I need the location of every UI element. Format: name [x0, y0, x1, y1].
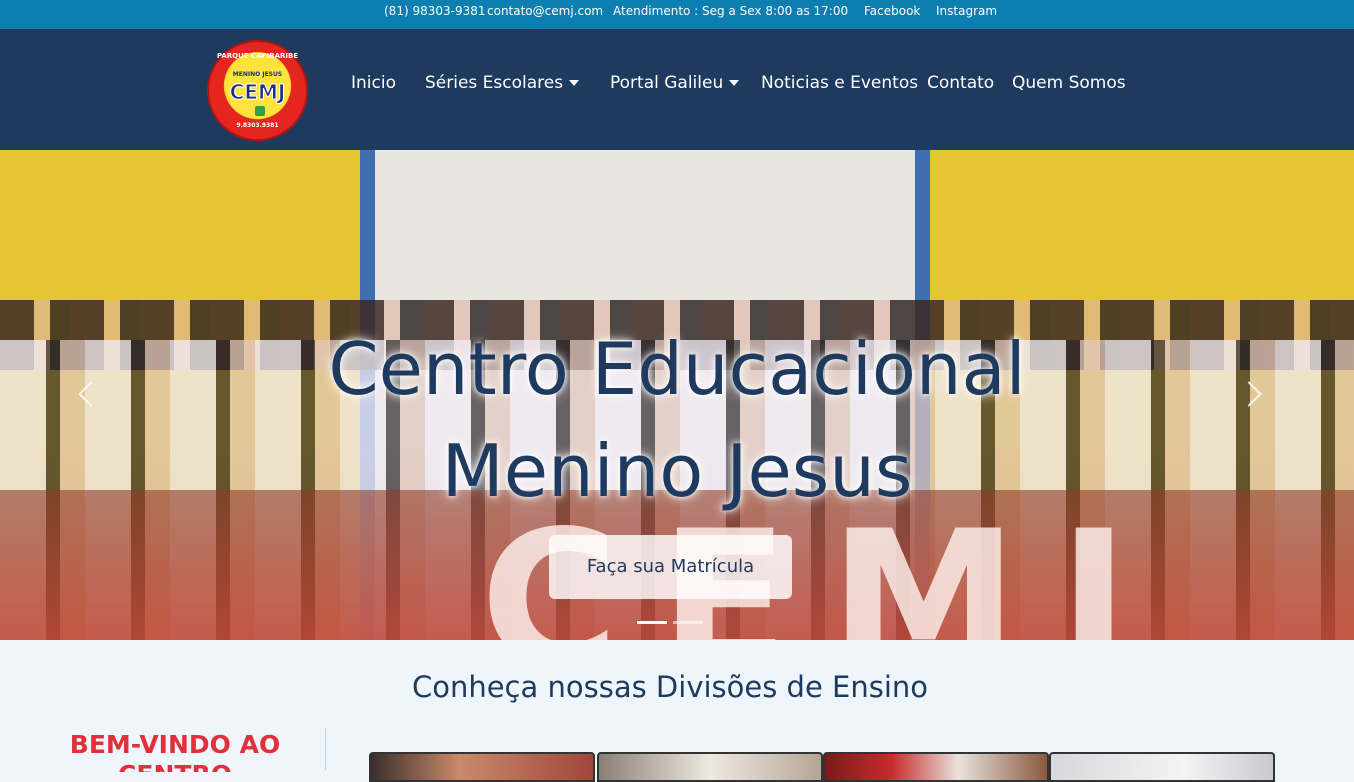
vertical-divider	[325, 728, 326, 770]
enroll-button[interactable]: Faça sua Matrícula	[549, 535, 792, 599]
nav-series-escolares[interactable]: Séries Escolares	[425, 73, 580, 93]
top-info-bar: (81) 98303-9381 contato@cemj.com Atendim…	[0, 0, 1354, 29]
division-card-1[interactable]	[369, 752, 595, 782]
nav-inicio-label: Inicio	[351, 73, 396, 93]
carousel-indicator-1[interactable]	[637, 621, 667, 624]
instagram-link[interactable]: Instagram	[936, 4, 997, 18]
nav-series-label: Séries Escolares	[425, 73, 564, 93]
hero-carousel: CEMJ Centro Educacional Menino Jesus Faç…	[0, 150, 1354, 640]
email-link[interactable]: contato@cemj.com	[487, 4, 603, 18]
logo-phone-text: 9.8303.9381	[236, 122, 279, 129]
nav-portal-galileu[interactable]: Portal Galileu	[610, 73, 740, 93]
nav-inicio[interactable]: Inicio	[351, 73, 396, 93]
phone-number: (81) 98303-9381	[384, 4, 486, 18]
nav-portal-label: Portal Galileu	[610, 73, 724, 93]
whatsapp-icon	[255, 106, 265, 116]
nav-quem-somos[interactable]: Quem Somos	[1012, 73, 1126, 93]
carousel-indicators	[637, 609, 709, 628]
section-title: Conheça nossas Divisões de Ensino	[411, 670, 929, 704]
logo-sub-text: MENINO JESUS	[232, 71, 283, 78]
logo-main-text: CEMJ	[229, 80, 286, 105]
hero-title-line1: Centro Educacional	[328, 327, 1026, 411]
hero-title: Centro Educacional Menino Jesus	[0, 318, 1354, 522]
school-logo[interactable]: PARQUE CAPIBARIBE MENINO JESUS CEMJ 9.83…	[207, 40, 308, 141]
nav-noticias-eventos[interactable]: Noticias e Eventos	[761, 73, 918, 93]
division-card-4[interactable]	[1049, 752, 1275, 782]
division-card-3[interactable]	[823, 752, 1049, 782]
chevron-down-icon	[729, 80, 740, 86]
welcome-line2: CENTRO	[40, 760, 310, 772]
hero-title-line2: Menino Jesus	[441, 429, 913, 513]
nav-contato-label: Contato	[927, 73, 995, 93]
welcome-line1: BEM-VINDO AO	[69, 730, 281, 759]
division-card-2[interactable]	[597, 752, 823, 782]
nav-noticias-label: Noticias e Eventos	[761, 73, 919, 93]
welcome-heading: BEM-VINDO AO CENTRO	[40, 730, 310, 772]
carousel-indicator-2[interactable]	[673, 621, 703, 624]
nav-contato[interactable]: Contato	[927, 73, 994, 93]
opening-hours: Atendimento : Seg a Sex 8:00 as 17:00	[613, 4, 849, 18]
chevron-down-icon	[569, 80, 580, 86]
main-navbar: PARQUE CAPIBARIBE MENINO JESUS CEMJ 9.83…	[0, 29, 1354, 150]
nav-quem-somos-label: Quem Somos	[1012, 73, 1126, 93]
logo-top-text: PARQUE CAPIBARIBE	[216, 52, 299, 60]
facebook-link[interactable]: Facebook	[864, 4, 920, 18]
